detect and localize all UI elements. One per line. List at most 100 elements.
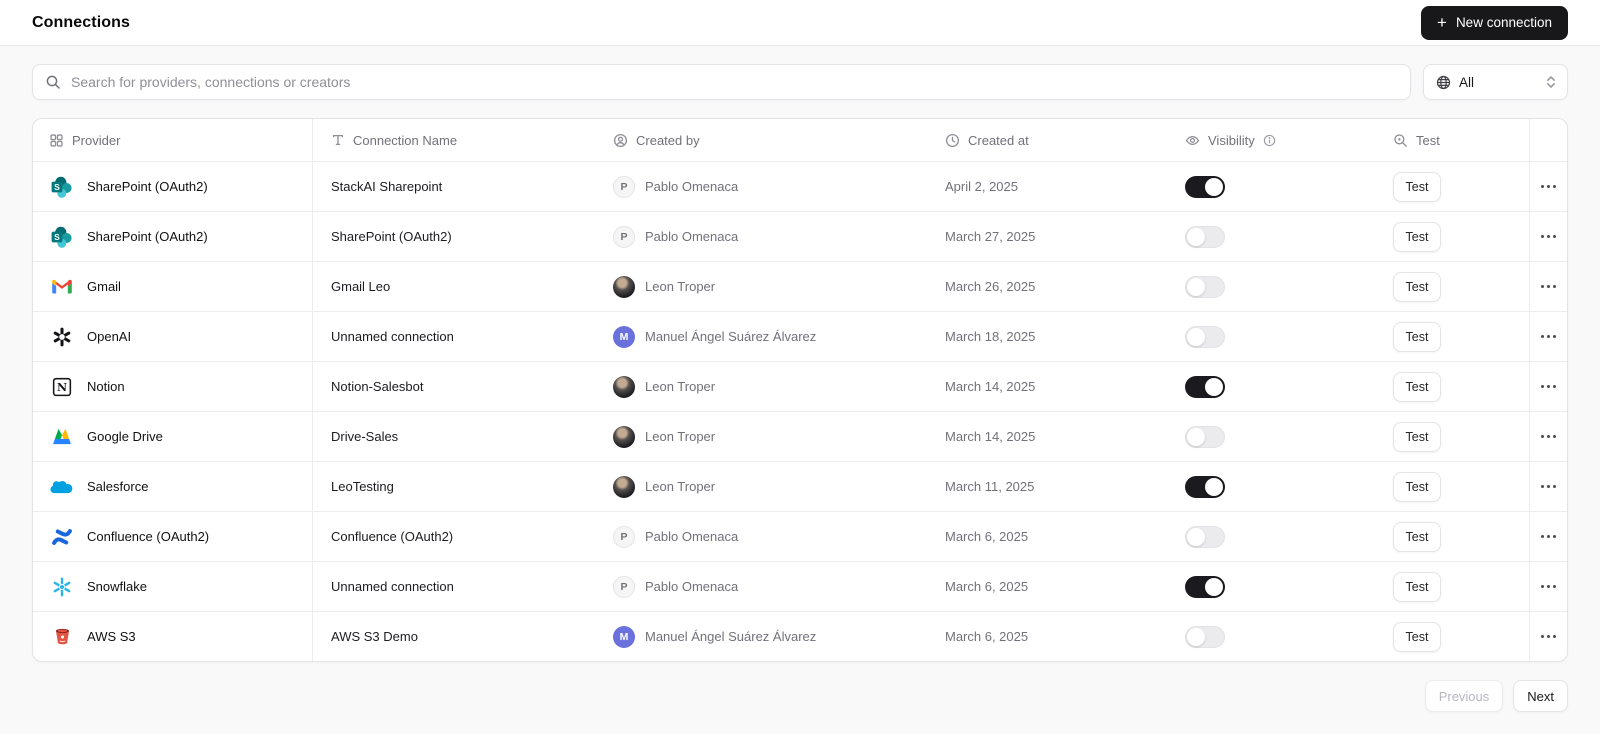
connection-name: StackAI Sharepoint — [331, 179, 443, 194]
row-menu-button[interactable] — [1533, 229, 1564, 244]
column-header-created-at: Created at — [927, 119, 1167, 161]
table-row: Confluence (OAuth2) Confluence (OAuth2) … — [33, 511, 1567, 561]
search-check-icon — [1393, 133, 1408, 148]
test-button[interactable]: Test — [1393, 421, 1441, 452]
created-at: March 6, 2025 — [945, 629, 1029, 644]
svg-text:S: S — [54, 182, 60, 192]
creator-avatar — [613, 375, 635, 398]
created-at: March 6, 2025 — [945, 579, 1029, 594]
connection-name: SharePoint (OAuth2) — [331, 229, 452, 244]
provider-icon — [49, 474, 75, 500]
connection-name: LeoTesting — [331, 479, 394, 494]
visibility-toggle[interactable] — [1185, 575, 1225, 598]
visibility-toggle[interactable] — [1185, 625, 1225, 648]
column-label: Created at — [968, 132, 1029, 148]
test-button[interactable]: Test — [1393, 521, 1441, 552]
text-icon — [331, 133, 345, 147]
test-button[interactable]: Test — [1393, 621, 1441, 652]
top-bar: Connections + New connection — [0, 0, 1600, 46]
row-menu-button[interactable] — [1533, 629, 1564, 644]
provider-icon — [49, 424, 75, 450]
column-header-visibility: Visibility — [1167, 119, 1375, 161]
creator-name: Leon Troper — [645, 479, 716, 494]
provider-name: SharePoint (OAuth2) — [87, 179, 208, 194]
connection-name: Confluence (OAuth2) — [331, 529, 454, 544]
created-at: March 26, 2025 — [945, 279, 1036, 294]
row-menu-button[interactable] — [1533, 279, 1564, 294]
table-header-row: Provider Connection Name Created by Crea… — [33, 119, 1567, 161]
created-at: March 14, 2025 — [945, 379, 1036, 394]
provider-name: Gmail — [87, 279, 121, 294]
test-button[interactable]: Test — [1393, 371, 1441, 402]
provider-name: Google Drive — [87, 429, 163, 444]
test-button[interactable]: Test — [1393, 271, 1441, 302]
provider-name: AWS S3 — [87, 629, 136, 644]
test-button[interactable]: Test — [1393, 221, 1441, 252]
visibility-toggle[interactable] — [1185, 325, 1225, 348]
table-row: S SharePoint (OAuth2) SharePoint (OAuth2… — [33, 211, 1567, 261]
next-button[interactable]: Next — [1513, 680, 1568, 712]
svg-text:S: S — [54, 232, 60, 242]
table-row: AWS S3 AWS S3 Demo M Manuel Ángel Suárez… — [33, 611, 1567, 661]
created-at: March 6, 2025 — [945, 529, 1029, 544]
pagination: Previous Next — [32, 680, 1568, 712]
creator-name: Pablo Omenaca — [645, 529, 739, 544]
info-icon[interactable] — [1263, 134, 1276, 147]
created-at: March 11, 2025 — [945, 479, 1035, 494]
provider-icon — [49, 524, 75, 550]
provider-filter-select[interactable]: All — [1423, 64, 1568, 100]
creator-avatar — [613, 275, 635, 298]
column-header-provider: Provider — [33, 119, 313, 161]
creator-name: Pablo Omenaca — [645, 179, 739, 194]
visibility-toggle[interactable] — [1185, 425, 1225, 448]
creator-name: Pablo Omenaca — [645, 579, 739, 594]
column-header-actions — [1529, 119, 1567, 161]
new-connection-button[interactable]: + New connection — [1421, 5, 1568, 40]
row-menu-button[interactable] — [1533, 379, 1564, 394]
creator-name: Leon Troper — [645, 279, 716, 294]
table-row: Snowflake Unnamed connection P Pablo Ome… — [33, 561, 1567, 611]
table-row: S SharePoint (OAuth2) StackAI Sharepoint… — [33, 161, 1567, 211]
test-button[interactable]: Test — [1393, 171, 1441, 202]
connections-table: Provider Connection Name Created by Crea… — [32, 118, 1568, 662]
row-menu-button[interactable] — [1533, 429, 1564, 444]
provider-name: Snowflake — [87, 579, 147, 594]
new-connection-label: New connection — [1455, 15, 1552, 30]
previous-button[interactable]: Previous — [1424, 680, 1504, 712]
provider-name: Notion — [87, 379, 125, 394]
globe-icon — [1436, 75, 1451, 89]
visibility-toggle[interactable] — [1185, 475, 1225, 498]
eye-icon — [1185, 133, 1200, 148]
row-menu-button[interactable] — [1533, 579, 1564, 594]
column-header-test: Test — [1375, 119, 1529, 161]
row-menu-button[interactable] — [1533, 329, 1564, 344]
row-menu-button[interactable] — [1533, 179, 1564, 194]
test-button[interactable]: Test — [1393, 571, 1441, 602]
visibility-toggle[interactable] — [1185, 375, 1225, 398]
test-button[interactable]: Test — [1393, 321, 1441, 352]
provider-icon: S — [49, 174, 75, 200]
provider-icon — [49, 274, 75, 300]
test-button[interactable]: Test — [1393, 471, 1441, 502]
svg-text:N: N — [57, 381, 67, 394]
grid-icon — [49, 133, 64, 148]
creator-avatar: M — [613, 625, 635, 648]
connection-name: Notion-Salesbot — [331, 379, 424, 394]
visibility-toggle[interactable] — [1185, 275, 1225, 298]
column-header-connection-name: Connection Name — [313, 119, 595, 161]
visibility-toggle[interactable] — [1185, 175, 1225, 198]
created-at: March 14, 2025 — [945, 429, 1036, 444]
row-menu-button[interactable] — [1533, 529, 1564, 544]
search-input[interactable] — [32, 64, 1411, 100]
creator-name: Manuel Ángel Suárez Álvarez — [645, 629, 817, 644]
created-at: April 2, 2025 — [945, 179, 1018, 194]
column-header-created-by: Created by — [595, 119, 927, 161]
column-label: Visibility — [1208, 132, 1255, 148]
row-menu-button[interactable] — [1533, 479, 1564, 494]
creator-name: Pablo Omenaca — [645, 229, 739, 244]
plus-icon: + — [1437, 12, 1447, 32]
visibility-toggle[interactable] — [1185, 225, 1225, 248]
visibility-toggle[interactable] — [1185, 525, 1225, 548]
creator-avatar: P — [613, 225, 635, 248]
table-row: Google Drive Drive-Sales Leon Troper Mar… — [33, 411, 1567, 461]
